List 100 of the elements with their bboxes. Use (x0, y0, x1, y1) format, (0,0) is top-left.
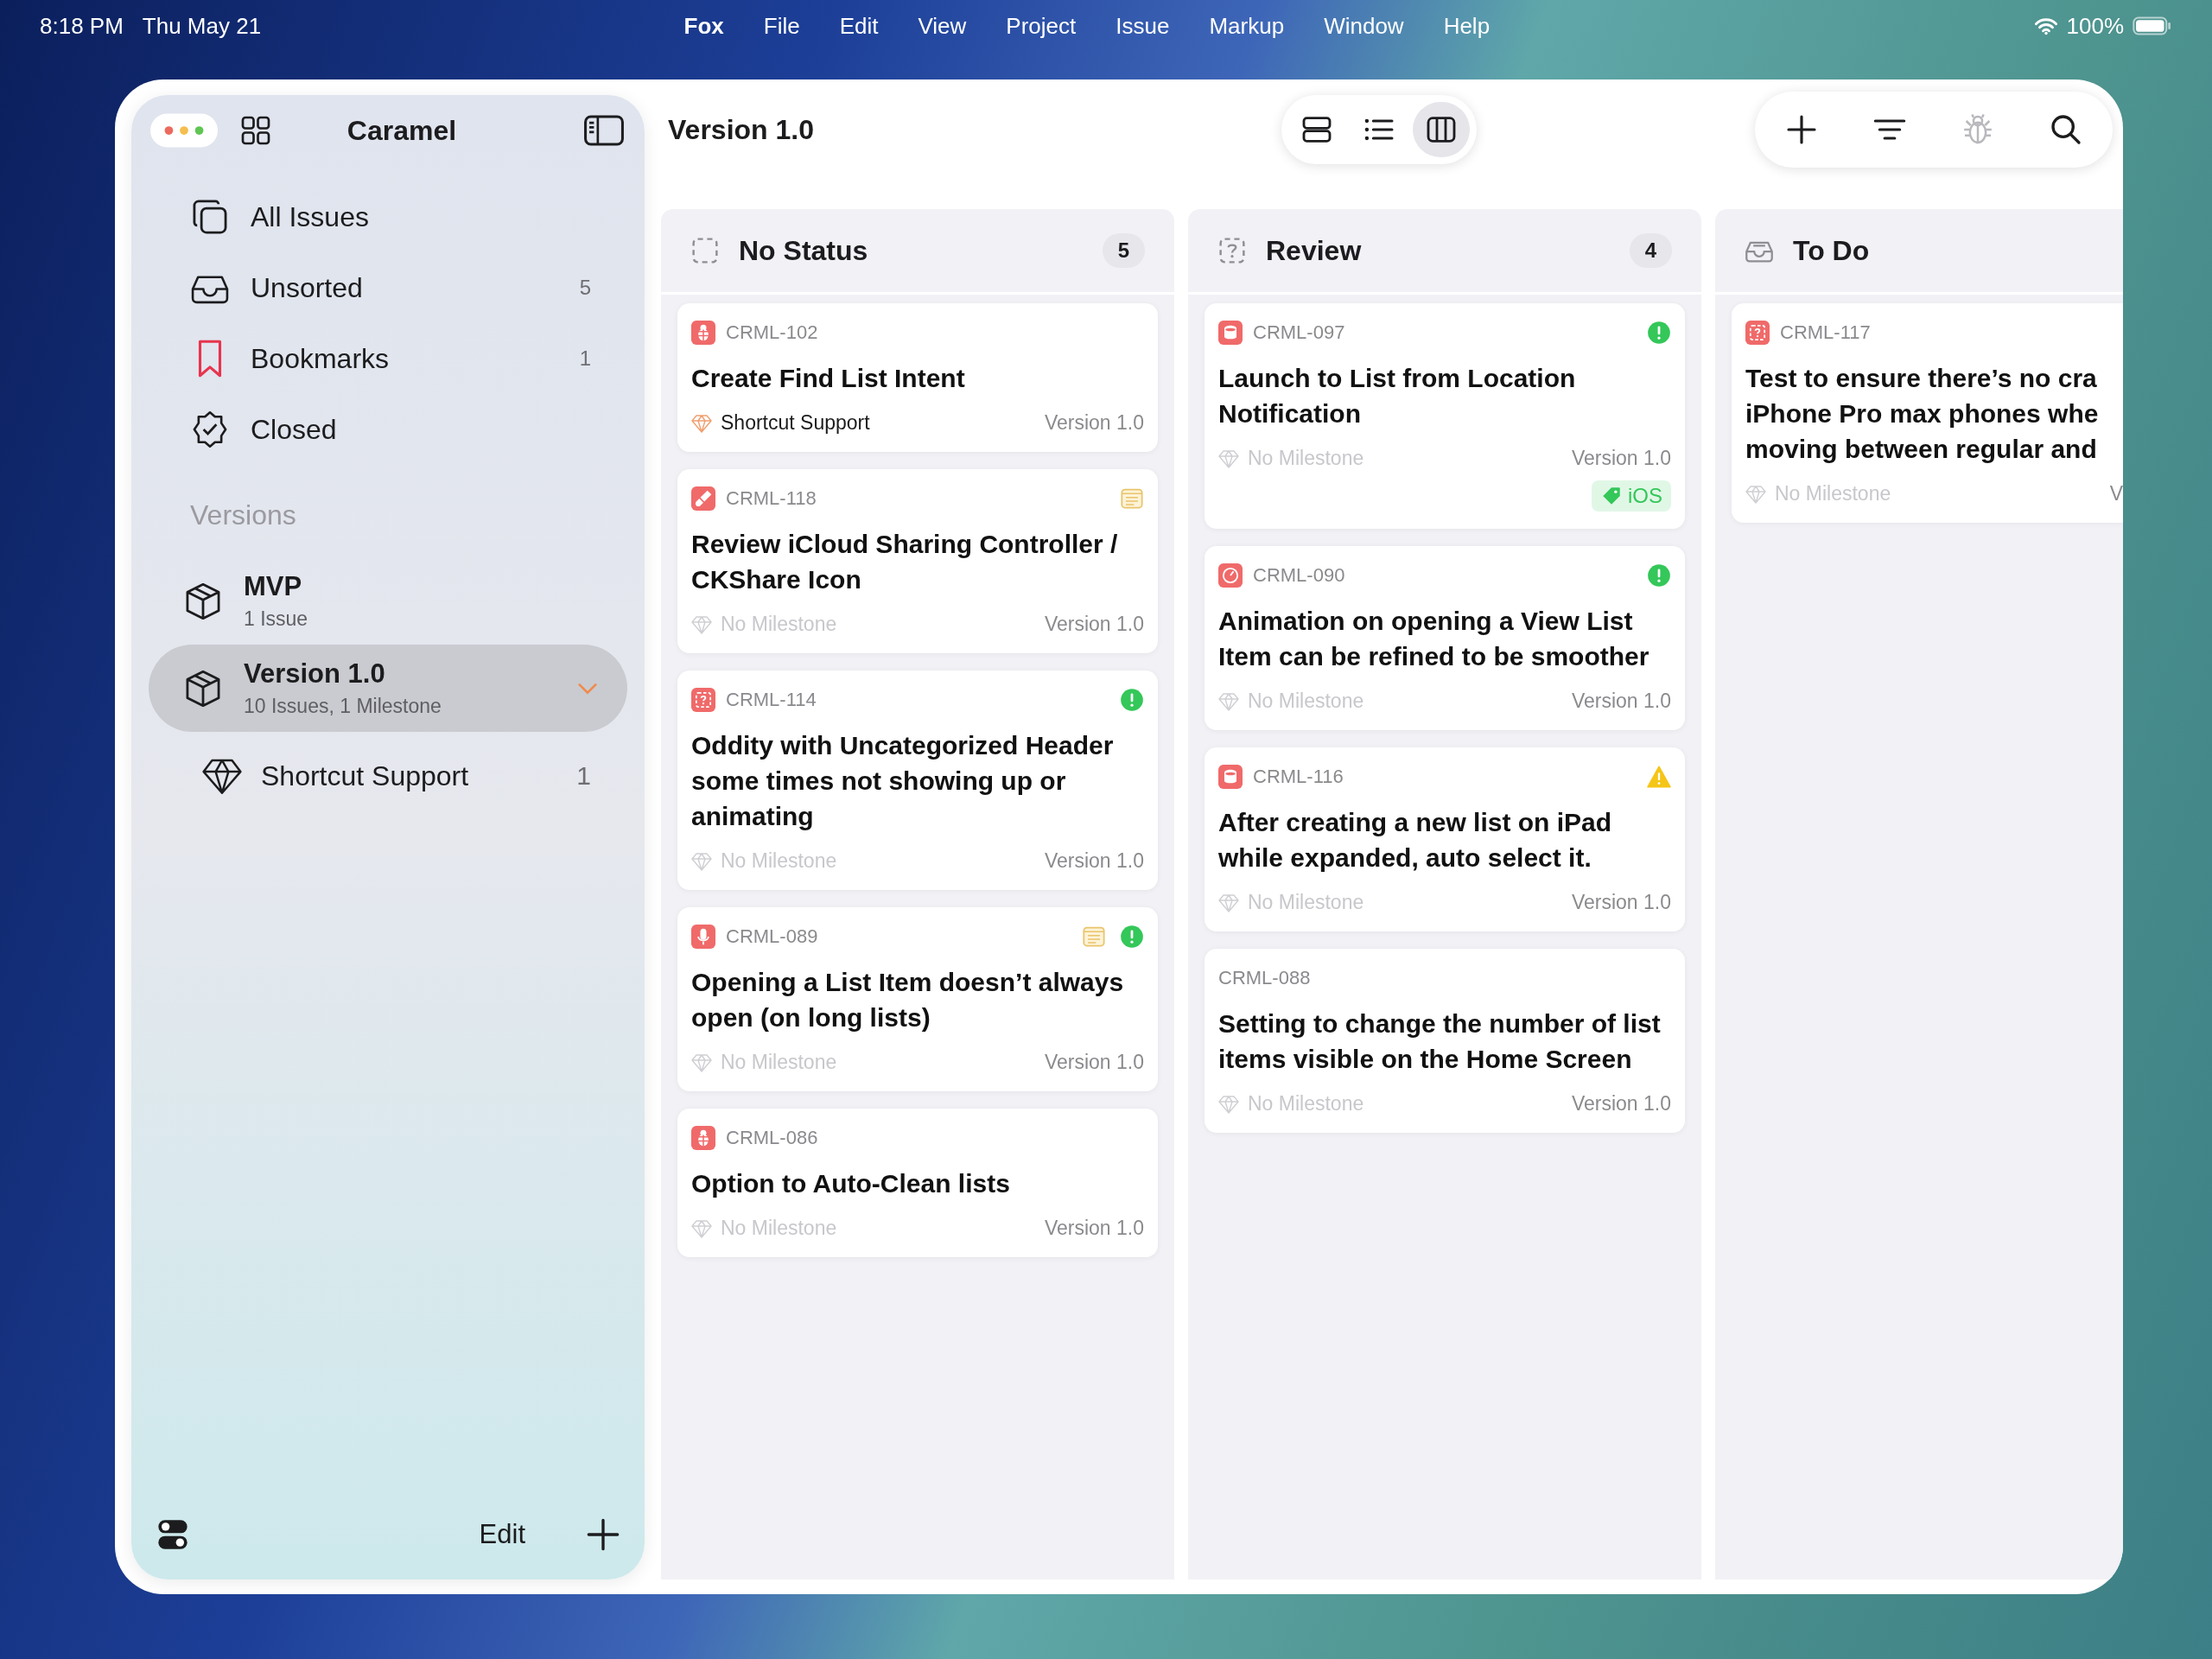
issue-card[interactable]: CRML-088 Setting to change the number of list items visible on the Home Screen No Milestone Version 1.0 (1205, 949, 1685, 1133)
version-label: Version 1.0 (1044, 411, 1144, 435)
version-item[interactable]: Version 1.0 10 Issues, 1 Milestone (149, 645, 627, 732)
item-count: 1 (579, 346, 591, 371)
issue-id: CRML-117 (1780, 321, 1872, 344)
issue-card[interactable]: CRML-097 Launch to List from Location Notification No Milestone Version 1.0 iOS (1205, 303, 1685, 529)
dashed-question-icon (1217, 236, 1247, 265)
sidebar-label: Bookmarks (251, 342, 391, 375)
clock-time: 8:18 PM (40, 12, 124, 40)
version-subtitle: 1 Issue (244, 607, 309, 631)
wifi-icon (2033, 16, 2058, 35)
milestone-label: No Milestone (1248, 690, 1365, 713)
issue-id: CRML-118 (726, 487, 817, 510)
edit-button[interactable]: Edit (479, 1519, 525, 1550)
milestone-label: Shortcut Support (721, 411, 871, 435)
page-title: Version 1.0 (667, 113, 815, 146)
sidebar-label: Closed (251, 413, 338, 446)
issue-id: CRML-088 (1218, 967, 1312, 989)
menu-item[interactable]: Markup (1209, 12, 1285, 40)
column-title: To Do (1793, 234, 1871, 267)
menu-item[interactable]: View (918, 12, 967, 40)
version-subtitle: 10 Issues, 1 Milestone (244, 695, 442, 718)
menu-item[interactable]: Project (1006, 12, 1077, 40)
question-icon (1745, 321, 1770, 345)
version-label: Version 1.0 (1044, 849, 1144, 873)
issue-card[interactable]: CRML-102 Create Find List Intent Shortcut Support Version 1.0 (677, 303, 1158, 452)
version-title: MVP (244, 571, 303, 602)
version-label: Version 1.0 (1044, 1051, 1144, 1074)
issue-title: Opening a List Item doesn’t always open (on long lists) (691, 967, 1125, 1033)
sidebar-item[interactable]: Unsorted 5 (156, 252, 620, 323)
microphone-icon (691, 925, 715, 949)
column-title: Review (1266, 234, 1363, 267)
question-icon (691, 688, 715, 712)
battery-icon (2133, 16, 2172, 35)
columns-view-button[interactable] (1413, 102, 1470, 157)
cup-icon (1218, 765, 1243, 789)
issue-card[interactable]: CRML-090 Animation on opening a View List Item can be refined to be smoother No Milestone Version 1.0 (1205, 546, 1685, 730)
issue-card[interactable]: CRML-117 Test to ensure there’s no cra iPhone Pro max phones whe moving between regular and No Milestone V (1732, 303, 2123, 523)
issue-title: After creating a new list on iPad while expanded, auto select it. (1218, 807, 1613, 874)
diamond-icon (1218, 1094, 1239, 1114)
issue-title: Oddity with Uncategorized Header some times not showing up or animating (691, 730, 1115, 832)
plus-icon[interactable] (586, 1517, 620, 1552)
battery-level: 100% (2066, 12, 2124, 40)
milestone-label: No Milestone (721, 613, 838, 636)
milestone-label: Shortcut Support (261, 760, 470, 792)
issue-title: Animation on opening a View List Item can be refined to be smoother (1218, 606, 1650, 672)
issue-card[interactable]: CRML-114 Oddity with Uncategorized Header some times not showing up or animating No Milestone Version 1.0 (677, 671, 1158, 890)
diamond-icon (691, 614, 712, 634)
dashed-square-icon (690, 236, 720, 265)
section-header: Versions (189, 499, 297, 532)
issue-title: Test to ensure there’s no cra iPhone Pro max phones whe moving between regular and (1745, 363, 2100, 465)
column-count: 4 (1629, 233, 1672, 268)
issue-card[interactable]: CRML-086 Option to Auto-Clean lists No Milestone Version 1.0 (677, 1109, 1158, 1257)
milestone-item[interactable]: Shortcut Support 1 (156, 732, 620, 796)
issue-id: CRML-086 (726, 1127, 819, 1149)
toggles-icon[interactable] (156, 1517, 190, 1552)
diamond-icon (691, 1218, 712, 1238)
milestone-label: No Milestone (1248, 447, 1365, 470)
version-item[interactable]: MVP 1 Issue (149, 557, 627, 645)
brush-icon (691, 486, 715, 511)
menu-item[interactable]: Window (1324, 12, 1404, 40)
version-label: Version 1.0 (1044, 1217, 1144, 1240)
diamond-icon (691, 851, 712, 871)
issue-id: CRML-089 (726, 925, 819, 948)
version-title: Version 1.0 (244, 658, 386, 690)
diamond-icon (691, 413, 712, 433)
diamond-icon (1218, 448, 1239, 468)
issue-id: CRML-097 (1253, 321, 1346, 344)
diamond-icon (691, 1052, 712, 1072)
issue-card[interactable]: CRML-118 Review iCloud Sharing Controller / CKShare Icon No Milestone Version 1.0 (677, 469, 1158, 653)
bug-icon (691, 321, 715, 345)
sidebar-item[interactable]: Closed (156, 394, 620, 465)
issue-id: CRML-090 (1253, 564, 1346, 587)
menu-item[interactable]: Issue (1116, 12, 1170, 40)
issue-title: Create Find List Intent (691, 363, 966, 394)
column-count: 5 (1102, 233, 1145, 268)
milestone-label: No Milestone (1248, 891, 1365, 914)
menu-item[interactable]: Edit (839, 12, 879, 40)
version-label: Version 1.0 (1571, 891, 1671, 914)
menu-item[interactable]: File (763, 12, 800, 40)
issue-title: Launch to List from Location Notification (1218, 363, 1577, 429)
item-count: 5 (579, 276, 591, 300)
milestone-label: No Milestone (721, 1217, 838, 1240)
window-controls-icon[interactable] (150, 113, 218, 148)
issue-card[interactable]: CRML-116 After creating a new list on iPad while expanded, auto select it. No Milestone Version 1.0 (1205, 747, 1685, 931)
menu-item[interactable]: Fox (683, 12, 724, 40)
version-label: Version 1.0 (1044, 613, 1144, 636)
sidebar-item[interactable]: Bookmarks 1 (156, 323, 620, 394)
issue-id: CRML-116 (1253, 766, 1344, 788)
diamond-icon (1218, 691, 1239, 711)
cup-icon (1218, 321, 1243, 345)
item-count: 1 (576, 761, 591, 791)
issue-card[interactable]: CRML-089 Opening a List Item doesn’t always open (on long lists) No Milestone Version 1.0 (677, 907, 1158, 1091)
bug-icon (691, 1126, 715, 1150)
date: Thu May 21 (142, 12, 262, 40)
issue-title: Setting to change the number of list items visible on the Home Screen (1218, 1008, 1662, 1075)
milestone-label: No Milestone (1775, 482, 1892, 505)
issue-title: Review iCloud Sharing Controller / CKShare Icon (691, 529, 1119, 595)
sidebar-item[interactable]: All Issues (156, 181, 620, 252)
issue-id: CRML-114 (726, 689, 817, 711)
